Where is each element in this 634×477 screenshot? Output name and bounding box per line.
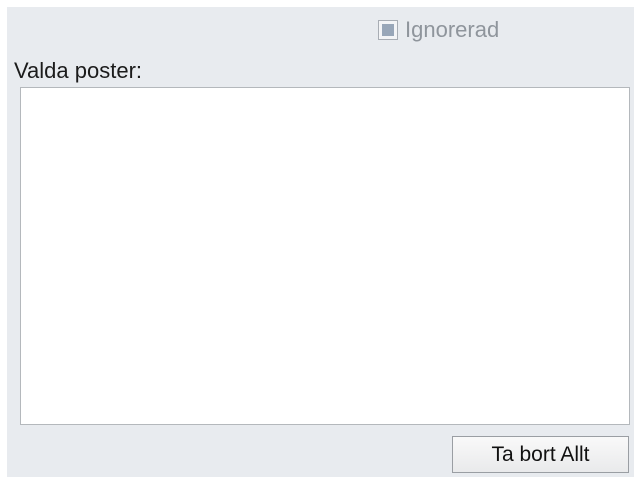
ignore-checkbox[interactable] bbox=[378, 20, 398, 40]
remove-all-button[interactable]: Ta bort Allt bbox=[452, 436, 629, 473]
checkbox-checked-indicator bbox=[382, 24, 394, 36]
ignore-checkbox-row[interactable]: Ignorerad bbox=[378, 19, 499, 41]
selected-items-label: Valda poster: bbox=[14, 58, 143, 83]
ignore-checkbox-label: Ignorerad bbox=[405, 17, 500, 42]
selected-items-list[interactable] bbox=[20, 87, 630, 425]
selected-items-panel: Ignorerad Valda poster: Ta bort Allt bbox=[7, 7, 634, 477]
